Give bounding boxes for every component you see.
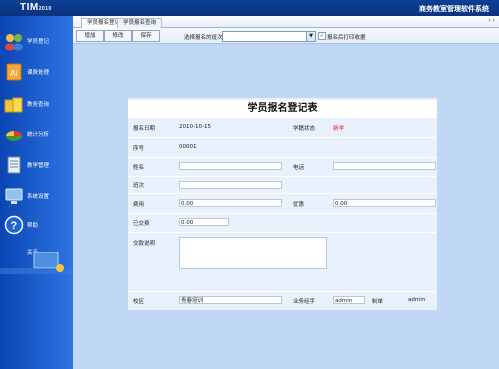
status-label: 学籍状态 (293, 126, 316, 132)
new-button[interactable]: 增加 (76, 30, 104, 42)
help-icon: ? (4, 215, 24, 235)
sidebar-item-label: 统计分析 (27, 132, 50, 138)
sidebar-item-settings[interactable]: 系统设置 (3, 185, 71, 207)
toolbar: 增加 修改 保存 选择报名的班次 ▼ ✓ 报名后打印收据 (73, 28, 499, 44)
remark-label: 交款说明 (133, 241, 156, 247)
class-select[interactable]: ▼ (222, 31, 316, 42)
fee-label: 费用 (133, 202, 145, 208)
class-input[interactable] (179, 181, 282, 189)
sidebar-item-about[interactable]: 关于 (0, 244, 72, 274)
phone-input[interactable] (333, 162, 436, 170)
agent-input[interactable]: admin (333, 296, 365, 304)
chevron-down-icon[interactable]: ▼ (306, 32, 315, 41)
agent-label: 业务经手 (293, 299, 316, 305)
form-row-seq: 序号 00001 (128, 137, 437, 158)
sidebar-item-label: 课费处理 (27, 70, 50, 76)
class-select-label: 选择报名的班次 (184, 35, 223, 41)
sidebar-item-query[interactable]: 教务查询 (3, 93, 71, 115)
tab-strip: 学员报名登记 学员报名查询 ‹ › (73, 16, 499, 28)
status-value: 新学 (333, 126, 345, 132)
save-button[interactable]: 保存 (132, 30, 160, 42)
modify-button[interactable]: 修改 (104, 30, 132, 42)
sidebar-item-label: 学员登记 (27, 39, 50, 45)
form-row-fee: 费用 0.00 优惠 0.00 (128, 193, 437, 214)
date-value: 2010-10-15 (179, 124, 211, 130)
tab-scroll-arrows[interactable]: ‹ › (488, 17, 495, 24)
users-icon (5, 34, 23, 51)
form-title: 学员报名登记表 (128, 100, 437, 117)
date-label: 报名日期 (133, 126, 156, 132)
campus-label: 校区 (133, 299, 145, 305)
sidebar-item-label: 教务查询 (27, 102, 50, 108)
pie-chart-icon (6, 131, 22, 141)
name-input[interactable] (179, 162, 282, 170)
maker-label: 制单 (372, 299, 384, 305)
sidebar-item-label: 帮助 (27, 223, 39, 229)
tab-query[interactable]: 学员报名查询 (117, 18, 163, 28)
sidebar-item-statistics[interactable]: 统计分析 (3, 123, 71, 145)
book-icon (7, 156, 21, 174)
registration-form: 学员报名登记表 报名日期 2010-10-15 学籍状态 新学 序号 00001… (128, 98, 437, 310)
print-receipt-label: 报名后打印收据 (327, 35, 366, 41)
sidebar-item-registration[interactable]: 学员登记 (3, 30, 71, 52)
fee-input[interactable]: 0.00 (179, 199, 282, 207)
remark-textarea[interactable] (179, 237, 327, 269)
class-label: 班次 (133, 183, 145, 189)
sidebar-item-label: 教学管理 (27, 163, 50, 169)
paid-input[interactable]: 0.00 (179, 218, 229, 226)
campus-input[interactable]: 青春培训 (179, 296, 282, 304)
sidebar-item-fees[interactable]: Ai 课费处理 (3, 61, 71, 83)
app-title: 商务教室管理软件系统 (419, 5, 489, 13)
sidebar: 学员登记 Ai 课费处理 教务查询 统计分析 教学管理 系统设置 ? 帮助 关于 (0, 16, 73, 369)
form-row-footer: 校区 青春培训 业务经手 admin 制单 admin (128, 291, 437, 311)
name-label: 姓名 (133, 165, 145, 171)
form-row-paid: 已交费 0.00 (128, 213, 437, 233)
document-icon: Ai (6, 63, 22, 81)
seq-value: 00001 (179, 144, 197, 150)
sidebar-item-teaching[interactable]: 教学管理 (3, 154, 71, 176)
form-row-date: 报名日期 2010-10-15 学籍状态 新学 (128, 117, 437, 138)
print-receipt-checkbox[interactable]: ✓ (318, 32, 326, 40)
about-icon (0, 252, 72, 274)
seq-label: 序号 (133, 146, 145, 152)
sidebar-item-help[interactable]: ? 帮助 (3, 214, 71, 236)
title-bar: TIM2010 商务教室管理软件系统 (0, 0, 499, 16)
form-row-name: 姓名 电话 (128, 157, 437, 177)
phone-label: 电话 (293, 165, 305, 171)
monitor-icon (5, 188, 23, 204)
folders-icon (4, 97, 23, 113)
discount-label: 优惠 (293, 202, 305, 208)
app-logo: TIM2010 (20, 2, 52, 13)
svg-text:?: ? (11, 220, 18, 232)
form-row-class: 班次 (128, 176, 437, 194)
paid-label: 已交费 (133, 221, 150, 227)
discount-input[interactable]: 0.00 (333, 199, 436, 207)
sidebar-item-label: 系统设置 (27, 194, 50, 200)
svg-text:Ai: Ai (10, 69, 17, 78)
form-row-remark: 交款说明 (128, 232, 437, 272)
main-area: 学员报名登记 学员报名查询 ‹ › 增加 修改 保存 选择报名的班次 ▼ ✓ 报… (73, 16, 499, 369)
app-window: TIM2010 商务教室管理软件系统 学员登记 Ai 课费处理 教务查询 统计分… (0, 0, 499, 369)
maker-value: admin (408, 297, 426, 303)
